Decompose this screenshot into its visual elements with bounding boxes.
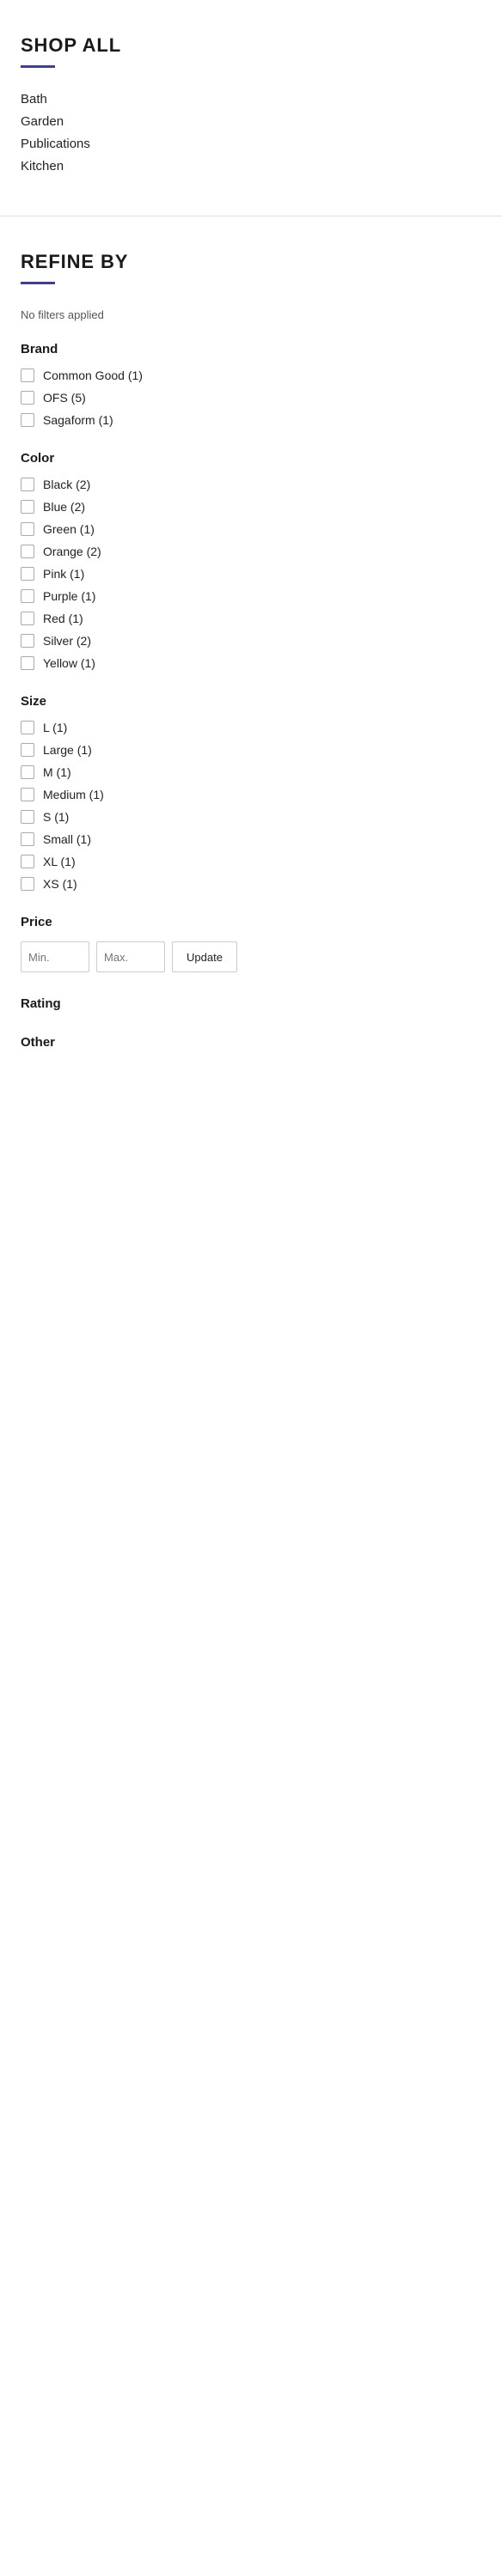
- size-label-m: M (1): [43, 765, 71, 779]
- color-label-purple: Purple (1): [43, 589, 95, 603]
- brand-label-common-good: Common Good (1): [43, 368, 143, 382]
- color-checkbox-silver[interactable]: [21, 634, 34, 648]
- nav-link-garden[interactable]: Garden: [21, 114, 64, 129]
- brand-label-ofs: OFS (5): [43, 391, 86, 405]
- size-checkbox-xl[interactable]: [21, 855, 34, 868]
- size-option-xl[interactable]: XL (1): [21, 855, 481, 868]
- price-max-input[interactable]: [96, 941, 165, 972]
- no-filters-label: No filters applied: [21, 308, 481, 321]
- price-filter-title: Price: [21, 915, 481, 929]
- color-label-blue: Blue (2): [43, 500, 85, 514]
- size-filter-title: Size: [21, 694, 481, 709]
- size-checkbox-l[interactable]: [21, 721, 34, 734]
- size-checkbox-large[interactable]: [21, 743, 34, 757]
- shop-all-nav: Bath Garden Publications Kitchen: [21, 92, 481, 174]
- rating-filter-group: Rating: [21, 996, 481, 1011]
- size-label-s: S (1): [43, 810, 69, 824]
- nav-item-bath[interactable]: Bath: [21, 92, 481, 107]
- brand-checkbox-sagaform[interactable]: [21, 413, 34, 427]
- size-checkbox-medium[interactable]: [21, 788, 34, 801]
- color-checkbox-pink[interactable]: [21, 567, 34, 581]
- brand-filter-title: Brand: [21, 342, 481, 356]
- nav-item-kitchen[interactable]: Kitchen: [21, 159, 481, 174]
- color-filter-group: Color Black (2) Blue (2) Green (1) Orang…: [21, 451, 481, 670]
- size-checkbox-s[interactable]: [21, 810, 34, 824]
- nav-item-publications[interactable]: Publications: [21, 137, 481, 152]
- size-label-l: L (1): [43, 721, 67, 734]
- brand-option-ofs[interactable]: OFS (5): [21, 391, 481, 405]
- color-label-pink: Pink (1): [43, 567, 84, 581]
- color-option-green[interactable]: Green (1): [21, 522, 481, 536]
- color-checkbox-green[interactable]: [21, 522, 34, 536]
- nav-link-publications[interactable]: Publications: [21, 137, 90, 151]
- brand-checkbox-ofs[interactable]: [21, 391, 34, 405]
- brand-checkbox-common-good[interactable]: [21, 368, 34, 382]
- brand-label-sagaform: Sagaform (1): [43, 413, 113, 427]
- size-label-xl: XL (1): [43, 855, 76, 868]
- color-label-green: Green (1): [43, 522, 95, 536]
- color-checkbox-purple[interactable]: [21, 589, 34, 603]
- size-option-medium[interactable]: Medium (1): [21, 788, 481, 801]
- color-label-black: Black (2): [43, 478, 90, 491]
- size-option-large[interactable]: Large (1): [21, 743, 481, 757]
- size-label-medium: Medium (1): [43, 788, 104, 801]
- nav-link-bath[interactable]: Bath: [21, 92, 47, 107]
- color-filter-title: Color: [21, 451, 481, 466]
- price-update-button[interactable]: Update: [172, 941, 237, 972]
- size-label-small: Small (1): [43, 832, 91, 846]
- color-option-orange[interactable]: Orange (2): [21, 545, 481, 558]
- color-checkbox-yellow[interactable]: [21, 656, 34, 670]
- color-option-yellow[interactable]: Yellow (1): [21, 656, 481, 670]
- color-checkbox-blue[interactable]: [21, 500, 34, 514]
- refine-by-underline: [21, 282, 55, 284]
- brand-option-common-good[interactable]: Common Good (1): [21, 368, 481, 382]
- size-option-l[interactable]: L (1): [21, 721, 481, 734]
- nav-link-kitchen[interactable]: Kitchen: [21, 159, 64, 174]
- size-checkbox-m[interactable]: [21, 765, 34, 779]
- size-option-small[interactable]: Small (1): [21, 832, 481, 846]
- shop-all-section: SHOP ALL Bath Garden Publications Kitche…: [0, 0, 502, 216]
- rating-filter-title: Rating: [21, 996, 481, 1011]
- size-option-s[interactable]: S (1): [21, 810, 481, 824]
- size-option-xs[interactable]: XS (1): [21, 877, 481, 891]
- brand-option-sagaform[interactable]: Sagaform (1): [21, 413, 481, 427]
- color-label-orange: Orange (2): [43, 545, 101, 558]
- shop-all-title: SHOP ALL: [21, 34, 481, 57]
- color-option-silver[interactable]: Silver (2): [21, 634, 481, 648]
- size-label-large: Large (1): [43, 743, 92, 757]
- size-checkbox-small[interactable]: [21, 832, 34, 846]
- size-checkbox-xs[interactable]: [21, 877, 34, 891]
- refine-by-title: REFINE BY: [21, 251, 481, 273]
- price-min-input[interactable]: [21, 941, 89, 972]
- price-inputs-container: Update: [21, 941, 481, 972]
- color-label-red: Red (1): [43, 612, 83, 625]
- color-option-red[interactable]: Red (1): [21, 612, 481, 625]
- size-filter-group: Size L (1) Large (1) M (1) Medium (1) S …: [21, 694, 481, 891]
- nav-item-garden[interactable]: Garden: [21, 114, 481, 130]
- brand-filter-group: Brand Common Good (1) OFS (5) Sagaform (…: [21, 342, 481, 427]
- size-option-m[interactable]: M (1): [21, 765, 481, 779]
- color-option-purple[interactable]: Purple (1): [21, 589, 481, 603]
- color-label-yellow: Yellow (1): [43, 656, 95, 670]
- price-filter-group: Price Update: [21, 915, 481, 972]
- color-checkbox-red[interactable]: [21, 612, 34, 625]
- color-checkbox-orange[interactable]: [21, 545, 34, 558]
- color-option-pink[interactable]: Pink (1): [21, 567, 481, 581]
- refine-by-section: REFINE BY No filters applied Brand Commo…: [0, 216, 502, 1108]
- color-label-silver: Silver (2): [43, 634, 91, 648]
- size-label-xs: XS (1): [43, 877, 77, 891]
- color-option-blue[interactable]: Blue (2): [21, 500, 481, 514]
- other-filter-title: Other: [21, 1035, 481, 1050]
- color-checkbox-black[interactable]: [21, 478, 34, 491]
- shop-all-underline: [21, 65, 55, 68]
- other-filter-group: Other: [21, 1035, 481, 1050]
- color-option-black[interactable]: Black (2): [21, 478, 481, 491]
